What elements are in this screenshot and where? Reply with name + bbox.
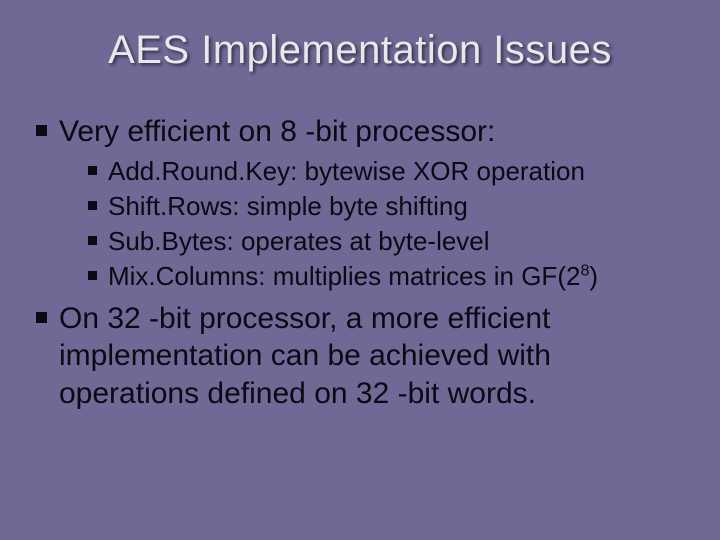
square-bullet-icon bbox=[36, 125, 47, 136]
bullet-text-pre: Mix.Columns: multiplies matrices in GF(2 bbox=[108, 261, 580, 291]
square-bullet-icon bbox=[36, 312, 47, 323]
bullet-level2: Mix.Columns: multiplies matrices in GF(2… bbox=[88, 260, 684, 293]
bullet-text-post: ) bbox=[589, 261, 598, 291]
bullet-text: Sub.Bytes: operates at byte-level bbox=[108, 225, 490, 258]
bullet-text: Add.Round.Key: bytewise XOR operation bbox=[108, 155, 585, 188]
square-bullet-icon bbox=[88, 201, 97, 210]
square-bullet-icon bbox=[88, 271, 97, 280]
bullet-text: Shift.Rows: simple byte shifting bbox=[108, 190, 468, 223]
slide-title: AES Implementation Issues bbox=[36, 28, 684, 73]
square-bullet-icon bbox=[88, 166, 97, 175]
bullet-level2: Add.Round.Key: bytewise XOR operation bbox=[88, 155, 684, 188]
square-bullet-icon bbox=[88, 236, 97, 245]
bullet-text: On 32 -bit processor, a more efficient i… bbox=[59, 300, 684, 413]
bullet-level1: Very efficient on 8 -bit processor: bbox=[36, 113, 684, 151]
bullet-text: Very efficient on 8 -bit processor: bbox=[59, 113, 495, 151]
bullet-level2: Sub.Bytes: operates at byte-level bbox=[88, 225, 684, 258]
slide: AES Implementation Issues Very efficient… bbox=[0, 0, 720, 540]
bullet-level1: On 32 -bit processor, a more efficient i… bbox=[36, 300, 684, 413]
bullet-level2: Shift.Rows: simple byte shifting bbox=[88, 190, 684, 223]
bullet-text: Mix.Columns: multiplies matrices in GF(2… bbox=[108, 260, 598, 293]
